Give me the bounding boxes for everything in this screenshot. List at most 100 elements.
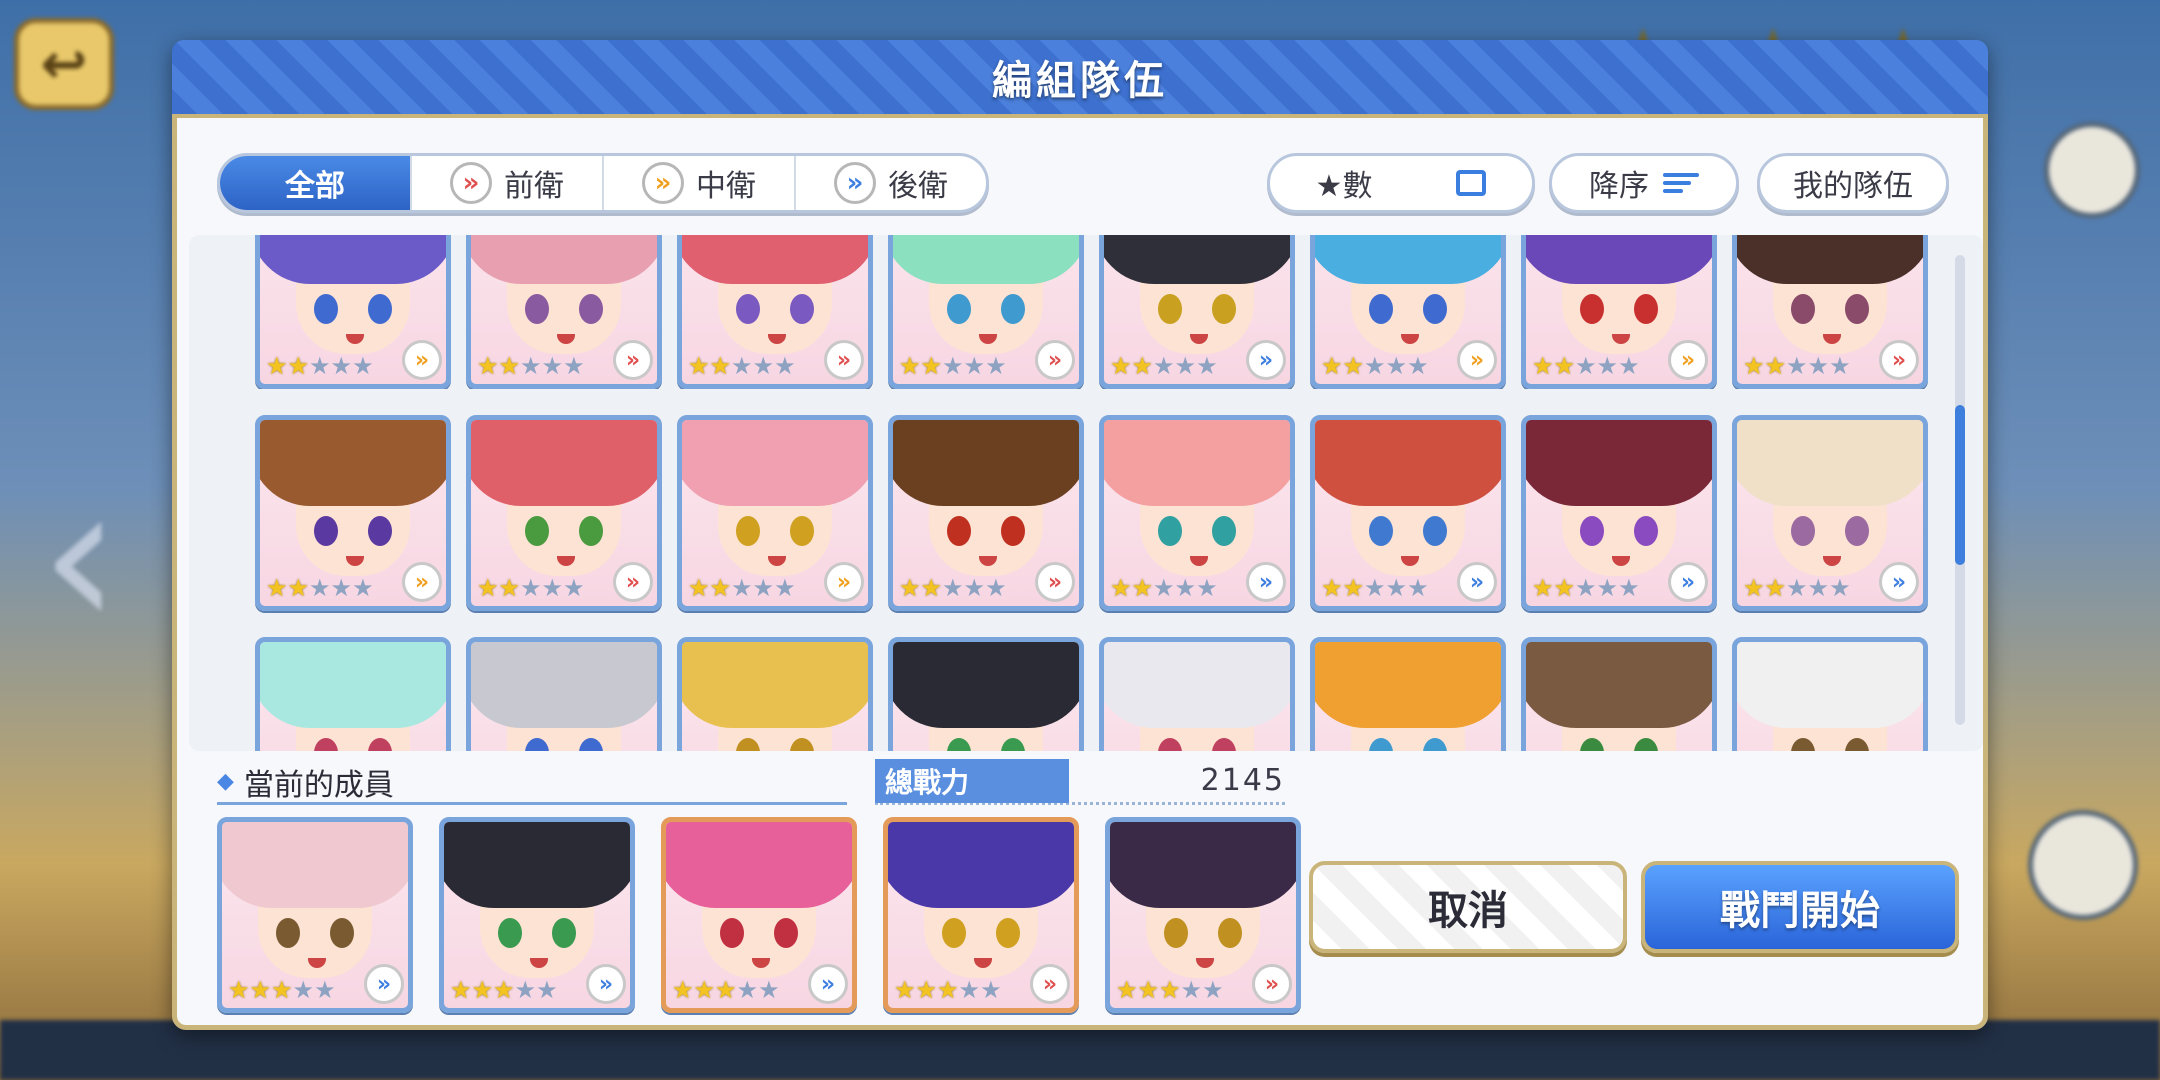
star-icon: ★ [1385,574,1408,602]
roster-cell: ★★★★★» [677,637,873,751]
roster-scrollbar[interactable] [1955,255,1965,725]
tab-back[interactable]: » 後衛 [794,156,986,210]
star-icon: ★ [899,352,921,380]
star-icon: ★ [1618,574,1640,602]
star-icon: ★ [1364,574,1386,602]
roster-cell: ★★★★★» [1099,637,1295,751]
current-members: ★ ★ ★ ★ ★» ★ ★ ★ ★ ★» ★ ★ ★ ★ ★» ★ ★ ★ ★ ★» ★ ★ ★ ★ ★» [217,817,1301,1013]
character-portrait [1315,642,1501,751]
sort-order-button[interactable]: 降序 [1549,153,1739,213]
member-card[interactable]: ★ ★ ★ ★ ★» [439,817,635,1013]
star-icon: ★ [1575,352,1597,380]
start-battle-button[interactable]: 戰鬥開始 [1641,861,1959,953]
character-card[interactable]: ★★★★★» [1310,235,1506,389]
star-icon: ★ [228,976,250,1004]
star-icon: ★ [1407,352,1429,380]
position-icon: » [402,340,442,380]
star-icon: ★ [1743,352,1765,380]
character-card[interactable]: ★★★★★» [255,415,451,611]
position-icon: » [1030,964,1070,1004]
background-menu-icon [2044,122,2140,218]
character-card[interactable]: ★★★★★» [1099,637,1295,751]
position-icon: » [1035,562,1075,602]
star-icon: ★ [1618,352,1640,380]
chevron-right-icon: » [834,162,876,204]
character-card[interactable]: ★★★★★» [677,637,873,751]
star-icon: ★ [352,352,374,380]
star-icon: ★ [1532,352,1554,380]
character-portrait [471,642,657,751]
character-card[interactable]: ★★★★★» [888,235,1084,389]
character-card[interactable]: ★★★★★» [677,235,873,389]
my-team-button[interactable]: 我的隊伍 [1757,153,1949,213]
tab-front[interactable]: » 前衛 [410,156,602,210]
character-card[interactable]: ★★★★★» [888,637,1084,751]
character-card[interactable]: ★★★★★» [255,235,451,389]
star-icon: ★ [709,574,732,602]
position-icon: » [586,964,626,1004]
character-portrait [893,642,1079,751]
star-icon: ★ [1180,976,1203,1004]
character-card[interactable]: ★★★★★» [1310,415,1506,611]
character-card[interactable]: ★★★★★» [1732,235,1928,389]
roster-cell: ★★★★★» [255,415,451,611]
star-icon: ★ [752,352,775,380]
roster-cell: ★★★★★» [1521,637,1717,751]
star-icon: ★ [985,574,1007,602]
tab-all[interactable]: 全部 [220,156,410,210]
position-icon: » [1246,340,1286,380]
star-icon: ★ [1829,574,1851,602]
roster-cell: ★★★★★» [466,637,662,751]
current-members-heading: ◆ 當前的成員 [217,761,847,805]
character-card[interactable]: ★★★★★» [1310,637,1506,751]
character-roster: ★ ★ ★ ★ ★» ★ ★ ★ ★ ★» ★ ★ ★ ★ ★» ★ ★ ★ ★ ★» ★ ★ ★ ★ ★» ★ ★ ★ ★ ★» ★ ★ ★ ★… [189,235,1983,751]
character-card[interactable]: ★★★★★» [466,637,662,751]
character-card[interactable]: ★★★★★» [1521,415,1717,611]
member-card[interactable]: ★ ★ ★ ★ ★» [1105,817,1301,1013]
character-card[interactable]: ★★★★★» [1521,235,1717,389]
position-icon: » [808,964,848,1004]
character-card[interactable]: ★★★★★» [888,415,1084,611]
character-card[interactable]: ★★★★★» [677,415,873,611]
character-card[interactable]: ★★★★★» [1099,415,1295,611]
position-icon: » [364,964,404,1004]
star-icon: ★ [287,574,310,602]
member-card[interactable]: ★ ★ ★ ★ ★» [217,817,413,1013]
character-portrait [1104,642,1290,751]
diamond-icon: ◆ [217,769,234,794]
roster-cell: ★★★★★» [888,235,1084,389]
star-rating: ★ ★ ★ ★ ★ [1743,576,1851,600]
star-icon: ★ [1764,352,1787,380]
star-icon: ★ [1764,574,1787,602]
character-card[interactable]: ★★★★★» [1099,235,1295,389]
star-icon: ★ [1110,574,1132,602]
roster-cell: ★★★★★» [255,235,451,389]
roster-cell: ★★★★★» [1521,235,1717,389]
roster-cell: ★★★★★» [888,637,1084,751]
member-card[interactable]: ★ ★ ★ ★ ★» [883,817,1079,1013]
character-card[interactable]: ★★★★★» [1732,415,1928,611]
sort-key-button[interactable]: ★數 [1267,153,1535,213]
roster-cell: ★★★★★» [1732,415,1928,611]
star-rating: ★ ★ ★ ★ ★ [266,576,374,600]
character-card[interactable]: ★★★★★» [1521,637,1717,751]
character-card[interactable]: ★★★★★» [1732,637,1928,751]
cancel-button[interactable]: 取消 [1309,861,1627,953]
star-icon: ★ [1159,976,1181,1004]
star-icon: ★ [1131,352,1154,380]
back-arrow-icon: ↩ [14,18,114,110]
star-icon: ★ [1829,352,1851,380]
character-card[interactable]: ★★★★★» [255,637,451,751]
star-icon: ★ [330,352,353,380]
character-card[interactable]: ★★★★★» [466,415,662,611]
roster-cell: ★★★★★» [466,235,662,389]
star-rating: ★ ★ ★ ★ ★ [1321,354,1429,378]
star-icon: ★ [1786,574,1808,602]
member-card[interactable]: ★ ★ ★ ★ ★» [661,817,857,1013]
character-card[interactable]: ★★★★★» [466,235,662,389]
star-rating: ★ ★ ★ ★ ★ [688,576,796,600]
star-icon: ★ [1321,352,1343,380]
scrollbar-thumb[interactable] [1955,405,1965,565]
star-icon: ★ [520,574,542,602]
tab-middle[interactable]: » 中衛 [602,156,794,210]
